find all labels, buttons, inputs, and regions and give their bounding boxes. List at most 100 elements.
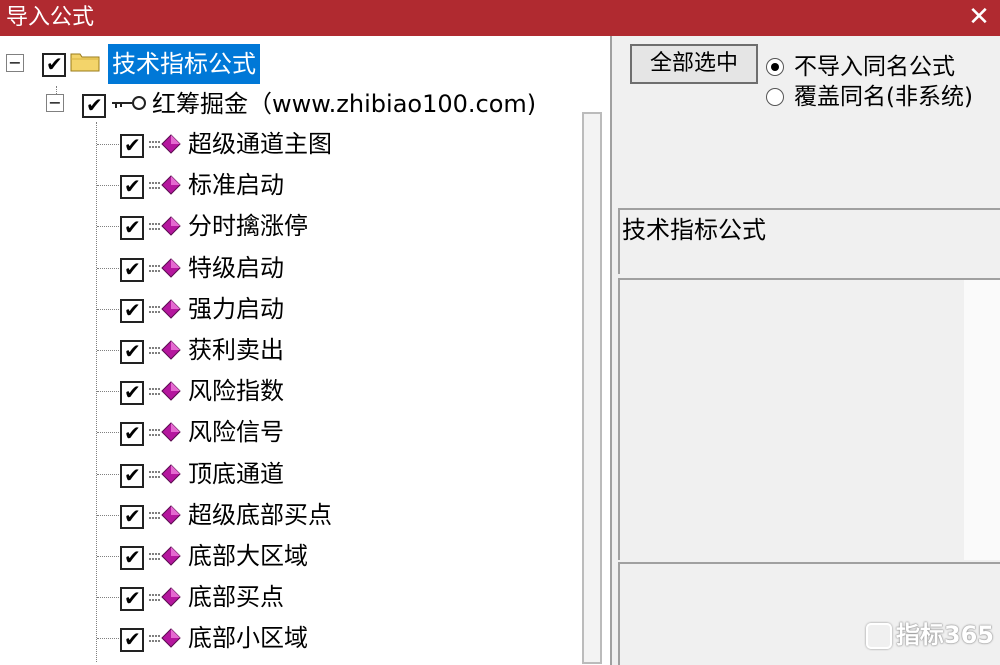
item-checkbox[interactable]: ✔ bbox=[120, 586, 144, 611]
item-checkbox[interactable]: ✔ bbox=[120, 133, 144, 158]
group-checkbox[interactable]: ✔ bbox=[82, 93, 106, 118]
tree-item-label: 顶底通道 bbox=[188, 460, 284, 488]
radio-icon[interactable] bbox=[766, 88, 784, 106]
tree-item[interactable]: ✔ 底部大区域 bbox=[0, 536, 560, 576]
watermark: 指标365 bbox=[865, 619, 994, 651]
formula-icon bbox=[149, 587, 181, 607]
select-all-button[interactable]: 全部选中 bbox=[630, 44, 758, 84]
check-icon: ✔ bbox=[124, 421, 141, 445]
formula-icon bbox=[149, 216, 181, 236]
tree-item-label: 风险指数 bbox=[188, 377, 284, 405]
item-checkbox[interactable]: ✔ bbox=[120, 174, 144, 199]
check-icon: ✔ bbox=[86, 93, 103, 117]
item-checkbox[interactable]: ✔ bbox=[120, 215, 144, 240]
formula-tree: − ✔ 技术指标公式 − ✔ 红筹掘金（www.zhibiao100.com) … bbox=[0, 36, 612, 665]
check-icon: ✔ bbox=[46, 52, 63, 76]
tree-group[interactable]: − ✔ 红筹掘金（www.zhibiao100.com) bbox=[0, 84, 560, 124]
tree-guide-line bbox=[97, 226, 119, 227]
tree-item[interactable]: ✔ 顶底通道 bbox=[0, 454, 560, 494]
radio-label: 覆盖同名(非系统) bbox=[794, 84, 973, 110]
root-checkbox[interactable]: ✔ bbox=[42, 52, 66, 77]
tree-item[interactable]: ✔ 获利卖出 bbox=[0, 330, 560, 370]
check-icon: ✔ bbox=[124, 627, 141, 651]
radio-label: 不导入同名公式 bbox=[794, 54, 955, 80]
title-bar: 导入公式 ✕ bbox=[0, 0, 1000, 36]
tree-item[interactable]: ✔ 底部小区域 bbox=[0, 618, 560, 658]
tree-guide-line bbox=[97, 185, 119, 186]
formula-icon bbox=[149, 505, 181, 525]
item-checkbox[interactable]: ✔ bbox=[120, 463, 144, 488]
check-icon: ✔ bbox=[124, 586, 141, 610]
formula-icon bbox=[149, 381, 181, 401]
vertical-scrollbar[interactable] bbox=[582, 112, 602, 664]
check-icon: ✔ bbox=[124, 545, 141, 569]
tree-item-label: 强力启动 bbox=[188, 295, 284, 323]
tree-item-label: 特级启动 bbox=[188, 254, 284, 282]
tree-item[interactable]: ✔ 风险指数 bbox=[0, 371, 560, 411]
check-icon: ✔ bbox=[124, 463, 141, 487]
folder-icon bbox=[70, 53, 100, 72]
tree-guide-line bbox=[97, 309, 119, 310]
tree-item[interactable]: ✔ 超级通道主图 bbox=[0, 124, 560, 164]
tree-guide-line bbox=[97, 144, 119, 145]
tree-item-label: 标准启动 bbox=[188, 171, 284, 199]
check-icon: ✔ bbox=[124, 380, 141, 404]
formula-icon bbox=[149, 175, 181, 195]
collapse-icon[interactable]: − bbox=[46, 94, 64, 112]
tree-root-label: 技术指标公式 bbox=[108, 44, 260, 84]
item-checkbox[interactable]: ✔ bbox=[120, 627, 144, 652]
options-panel: 全部选中 不导入同名公式 覆盖同名(非系统) 技术指标公式 bbox=[614, 36, 1000, 665]
tree-guide-line bbox=[97, 391, 119, 392]
formula-icon bbox=[149, 299, 181, 319]
item-checkbox[interactable]: ✔ bbox=[120, 298, 144, 323]
tree-item-label: 超级底部买点 bbox=[188, 501, 332, 529]
radio-icon[interactable] bbox=[766, 58, 784, 76]
tree-guide-line bbox=[97, 474, 119, 475]
check-icon: ✔ bbox=[124, 339, 141, 363]
item-checkbox[interactable]: ✔ bbox=[120, 421, 144, 446]
close-icon[interactable]: ✕ bbox=[964, 0, 994, 34]
formula-icon bbox=[149, 546, 181, 566]
tree-item-label: 底部买点 bbox=[188, 583, 284, 611]
formula-icon bbox=[149, 134, 181, 154]
tree-guide-line bbox=[97, 350, 119, 351]
formula-icon bbox=[149, 628, 181, 648]
item-checkbox[interactable]: ✔ bbox=[120, 504, 144, 529]
tree-guide-line bbox=[97, 638, 119, 639]
tree-item[interactable]: ✔ 标准启动 bbox=[0, 165, 560, 205]
tree-guide-line bbox=[97, 556, 119, 557]
item-checkbox[interactable]: ✔ bbox=[120, 257, 144, 282]
item-checkbox[interactable]: ✔ bbox=[120, 545, 144, 570]
tree-item[interactable]: ✔ 强力启动 bbox=[0, 289, 560, 329]
tree-item-label: 风险信号 bbox=[188, 418, 284, 446]
tree-item[interactable]: ✔ 分时擒涨停 bbox=[0, 206, 560, 246]
collapse-icon[interactable]: − bbox=[6, 54, 24, 72]
formula-icon bbox=[149, 464, 181, 484]
check-icon: ✔ bbox=[124, 215, 141, 239]
description-scroll-area bbox=[964, 280, 1000, 560]
tree-group-label: 红筹掘金（www.zhibiao100.com) bbox=[152, 90, 537, 118]
formula-icon bbox=[149, 422, 181, 442]
tree-root[interactable]: − ✔ 技术指标公式 bbox=[0, 44, 300, 84]
item-checkbox[interactable]: ✔ bbox=[120, 380, 144, 405]
radio-dot bbox=[771, 63, 779, 71]
tree-item-label: 分时擒涨停 bbox=[188, 212, 308, 240]
tree-item[interactable]: ✔ 超级底部买点 bbox=[0, 495, 560, 535]
item-checkbox[interactable]: ✔ bbox=[120, 339, 144, 364]
tree-guide-line bbox=[97, 515, 119, 516]
watermark-logo-icon bbox=[865, 623, 892, 649]
tree-item-label: 超级通道主图 bbox=[188, 130, 332, 158]
check-icon: ✔ bbox=[124, 298, 141, 322]
description-box[interactable] bbox=[618, 278, 1000, 560]
tree-item[interactable]: ✔ 特级启动 bbox=[0, 248, 560, 288]
tree-guide-line bbox=[97, 268, 119, 269]
formula-icon bbox=[149, 340, 181, 360]
check-icon: ✔ bbox=[124, 504, 141, 528]
selected-category-text: 技术指标公式 bbox=[622, 216, 766, 244]
tree-item[interactable]: ✔ 风险信号 bbox=[0, 412, 560, 452]
check-icon: ✔ bbox=[124, 257, 141, 281]
tree-item[interactable]: ✔ 底部买点 bbox=[0, 577, 560, 617]
tree-item-label: 底部大区域 bbox=[188, 542, 308, 570]
formula-icon bbox=[149, 258, 181, 278]
watermark-text: 指标365 bbox=[895, 621, 994, 649]
